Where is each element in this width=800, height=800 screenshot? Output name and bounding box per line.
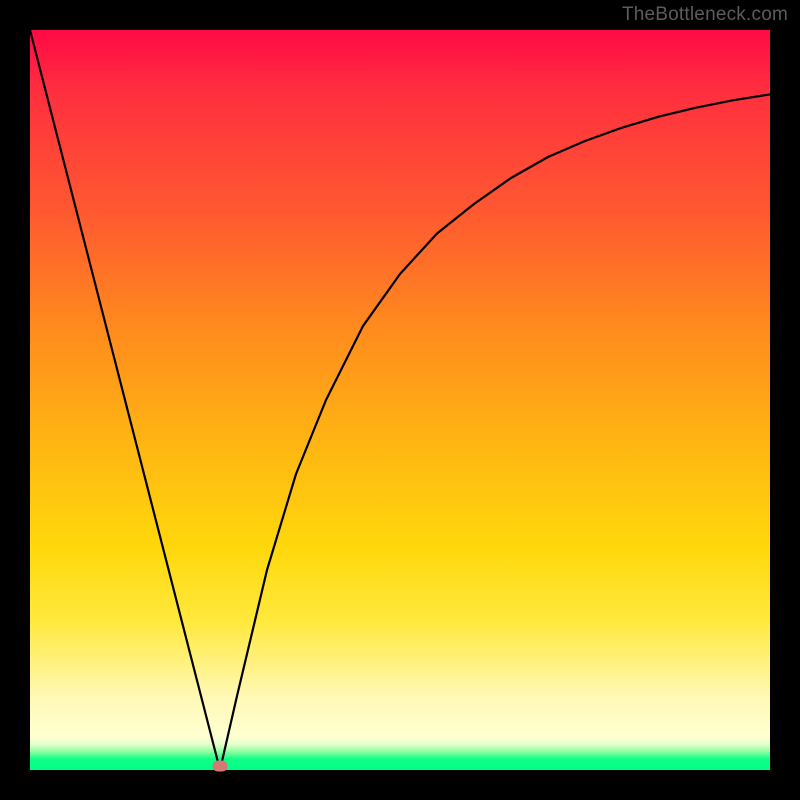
chart-frame: TheBottleneck.com xyxy=(0,0,800,800)
curve-svg xyxy=(30,30,770,770)
plot-area xyxy=(30,30,770,770)
min-marker xyxy=(213,761,228,772)
attribution-link[interactable]: TheBottleneck.com xyxy=(622,4,788,26)
bottleneck-curve xyxy=(30,30,770,770)
